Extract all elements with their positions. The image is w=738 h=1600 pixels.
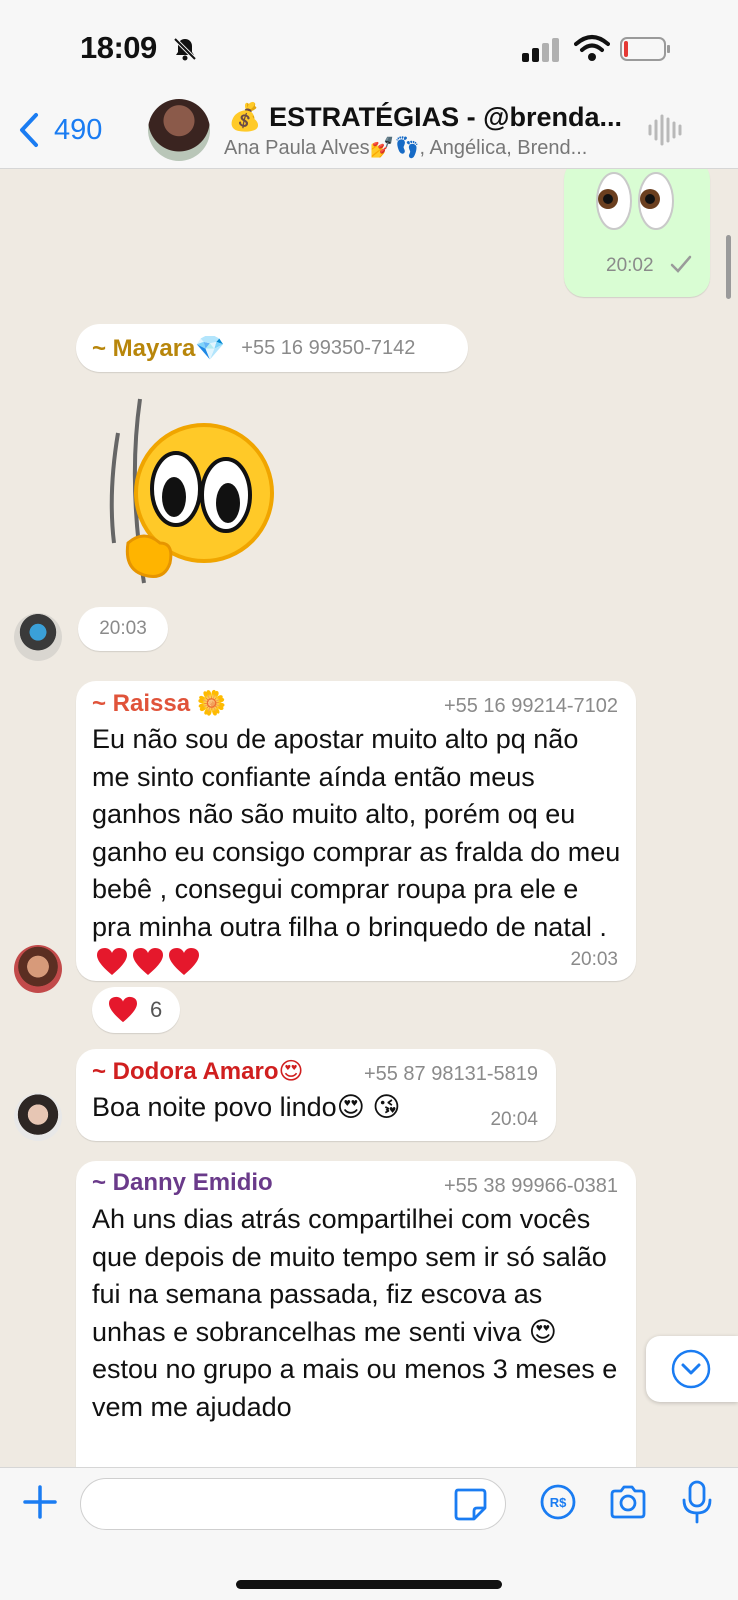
sender-name[interactable]: ~ Dodora Amaro😍 xyxy=(92,1057,304,1086)
eyes-emoji xyxy=(596,172,674,230)
scroll-indicator[interactable] xyxy=(726,235,731,299)
wifi-icon xyxy=(574,35,610,61)
outgoing-message-bubble[interactable]: 20:02 xyxy=(564,169,710,297)
check-icon xyxy=(670,255,692,273)
status-bar: 18:09 xyxy=(0,0,738,95)
avatar-dodora[interactable] xyxy=(14,1093,62,1141)
sender-name[interactable]: ~ Mayara💎 xyxy=(92,334,225,363)
bell-off-icon xyxy=(173,37,197,61)
reaction-pill[interactable]: 6 xyxy=(92,987,180,1033)
scroll-to-bottom-button[interactable] xyxy=(646,1336,738,1402)
microphone-icon[interactable] xyxy=(680,1480,714,1524)
message-time: 20:03 xyxy=(99,618,147,639)
svg-text:R$: R$ xyxy=(550,1495,567,1510)
chat-area[interactable]: 20:02 ~ Mayara💎 +55 16 99350-7142 20:03 … xyxy=(0,169,738,1467)
heart-emoji xyxy=(133,948,163,975)
unread-count: 490 xyxy=(54,113,103,146)
sender-name[interactable]: ~ Danny Emidio xyxy=(92,1169,273,1197)
sender-name[interactable]: ~ Raissa 🌼 xyxy=(92,689,227,718)
home-indicator xyxy=(236,1580,502,1589)
group-title[interactable]: 💰 ESTRATÉGIAS - @brenda... xyxy=(228,101,628,133)
battery-icon xyxy=(620,37,670,61)
chevron-left-icon xyxy=(20,113,38,147)
sender-phone[interactable]: +55 87 98131-5819 xyxy=(364,1063,538,1086)
message-time: 20:02 xyxy=(606,255,654,276)
sticker-icon[interactable] xyxy=(452,1486,488,1522)
chevron-down-circle-icon xyxy=(671,1349,711,1389)
message-text: Eu não sou de apostar muito alto pq não … xyxy=(92,721,622,984)
status-time: 18:09 xyxy=(80,30,157,65)
signal-icon xyxy=(522,38,559,62)
camera-icon[interactable] xyxy=(608,1484,648,1520)
message-time: 20:03 xyxy=(570,949,618,970)
back-button[interactable]: 490 xyxy=(18,109,102,151)
message-input[interactable] xyxy=(80,1478,506,1530)
peeking-emoji-sticker[interactable] xyxy=(104,393,284,593)
message-text: Ah uns dias atrás compartilhei com vocês… xyxy=(92,1204,618,1422)
sender-phone[interactable]: +55 16 99214-7102 xyxy=(444,695,618,718)
message-bubble-raissa[interactable]: ~ Raissa 🌼 +55 16 99214-7102 Eu não sou … xyxy=(76,681,636,981)
message-bubble-dodora[interactable]: ~ Dodora Amaro😍 +55 87 98131-5819 Boa no… xyxy=(76,1049,556,1141)
message-text: Boa noite povo lindo😍 😘 xyxy=(92,1092,401,1122)
heart-emoji xyxy=(169,948,199,975)
voice-waveform-icon[interactable] xyxy=(646,113,686,147)
avatar-mayara[interactable] xyxy=(14,613,62,661)
heart-reaction-icon xyxy=(109,996,137,1023)
group-members[interactable]: Ana Paula Alves💅👣, Angélica, Brend... xyxy=(224,135,624,160)
plus-icon[interactable] xyxy=(22,1484,58,1520)
message-text-body: Eu não sou de apostar muito alto pq não … xyxy=(92,724,621,942)
sender-chip-mayara[interactable]: ~ Mayara💎 +55 16 99350-7142 xyxy=(76,324,468,372)
input-bar: R$ xyxy=(0,1467,738,1600)
avatar-raissa[interactable] xyxy=(14,945,62,993)
chat-header: 490 💰 ESTRATÉGIAS - @brenda... Ana Paula… xyxy=(0,95,738,169)
reaction-count: 6 xyxy=(150,997,163,1022)
heart-emoji xyxy=(97,948,127,975)
sticker-time-chip: 20:03 xyxy=(78,607,168,651)
group-avatar[interactable] xyxy=(148,99,210,161)
sender-phone[interactable]: +55 16 99350-7142 xyxy=(241,337,415,360)
message-time: 20:04 xyxy=(490,1109,538,1130)
message-bubble-danny[interactable]: ~ Danny Emidio +55 38 99966-0381 Ah uns … xyxy=(76,1161,636,1467)
pix-payment-icon[interactable]: R$ xyxy=(540,1484,576,1520)
sender-phone[interactable]: +55 38 99966-0381 xyxy=(444,1175,618,1198)
